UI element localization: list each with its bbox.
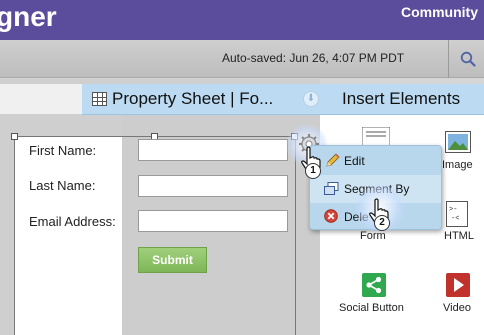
community-link[interactable]: Community — [401, 4, 478, 20]
image-icon[interactable] — [445, 131, 471, 153]
first-name-label: First Name: — [29, 143, 97, 158]
top-header: gner Community — [0, 0, 484, 40]
menu-item-edit[interactable]: Edit — [310, 147, 441, 175]
email-address-label: Email Address: — [29, 214, 116, 229]
html-icon[interactable]: >- -< — [446, 201, 468, 227]
status-bar: Auto-saved: Jun 26, 4:07 PM PDT — [0, 40, 484, 78]
play-icon[interactable] — [446, 273, 470, 297]
down-arrow-circle-icon[interactable]: ⬇ — [303, 91, 319, 107]
delete-icon — [324, 209, 338, 223]
property-sheet-bar: Property Sheet | Fo... ⬇ Insert Elements — [82, 84, 484, 115]
share-icon[interactable] — [362, 273, 386, 297]
resize-handle-top-left[interactable] — [11, 133, 18, 140]
submit-button[interactable]: Submit — [138, 247, 207, 273]
last-name-input[interactable] — [138, 175, 288, 197]
svg-text:-<: -< — [451, 215, 459, 223]
canvas-strip — [0, 84, 86, 114]
form-label-column — [15, 137, 122, 335]
property-sheet-title[interactable]: Property Sheet | Fo... — [112, 89, 273, 109]
search-icon — [460, 51, 476, 67]
menu-item-edit-label: Edit — [344, 154, 365, 168]
social-button-label: Social Button — [339, 302, 404, 314]
first-name-input[interactable] — [138, 139, 288, 161]
last-name-label: Last Name: — [29, 178, 96, 193]
autosaved-status: Auto-saved: Jun 26, 4:07 PM PDT — [222, 51, 405, 65]
html-label: HTML — [444, 230, 474, 242]
step-marker-2: 2 — [374, 215, 390, 231]
insert-elements-title: Insert Elements — [342, 89, 461, 108]
step-marker-1: 1 — [305, 163, 321, 179]
image-label: Image — [442, 159, 473, 171]
grid-icon — [92, 92, 107, 106]
form-input-column — [122, 137, 295, 335]
video-label: Video — [443, 302, 471, 314]
email-address-input[interactable] — [138, 210, 288, 232]
segment-icon — [324, 182, 339, 195]
search-button[interactable] — [449, 40, 484, 78]
svg-text:>-: >- — [449, 206, 457, 214]
app-title: gner — [0, 1, 57, 32]
pencil-icon — [326, 153, 340, 167]
app-window: gner Community Auto-saved: Jun 26, 4:07 … — [0, 0, 484, 335]
